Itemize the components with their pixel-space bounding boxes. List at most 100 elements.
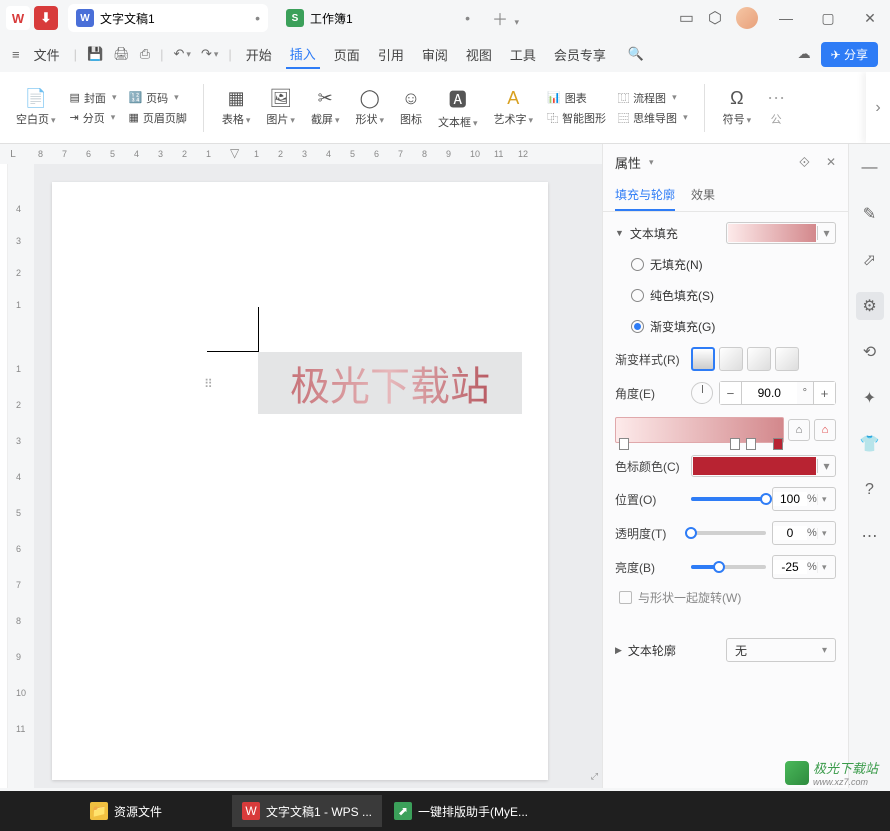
refresh-icon[interactable]: ⟲ [856,338,884,366]
redo-icon[interactable]: ↷▾ [201,46,218,62]
pin-icon[interactable]: ⟐ [799,154,810,171]
transparency-slider[interactable] [691,531,766,535]
remove-stop-button[interactable]: ⌂ [814,419,836,441]
vertical-ruler[interactable]: 43211234567891011 [8,164,34,788]
chart-button[interactable]: 📊 图表 [543,89,610,107]
gradient-style-picker[interactable] [691,347,799,371]
position-input[interactable]: %▾ [772,487,836,511]
chevron-down-icon[interactable]: ▾ [649,157,654,168]
expand-icon[interactable]: ▶ [615,645,622,656]
cube-icon[interactable]: ⬡ [708,8,722,28]
gradient-editor[interactable] [615,417,784,443]
print-preview-icon[interactable]: ⎙ [140,46,150,62]
picture-button[interactable]: 🖼图片▾ [260,86,301,129]
gradient-radial[interactable] [719,347,743,371]
nav-strip[interactable] [0,164,8,788]
add-stop-button[interactable]: ⌂ [788,419,810,441]
tab-fill-outline[interactable]: 填充与轮廓 [615,180,675,211]
radio-no-fill[interactable]: 无填充(N) [615,254,836,275]
drag-handle-icon[interactable]: ⠿ [204,377,210,391]
print-icon[interactable]: 🖨 [113,46,130,62]
indent-marker-icon[interactable]: ▽ [230,146,239,160]
taskbar-item-wps[interactable]: W 文字文稿1 - WPS ... [232,795,382,827]
gradient-path[interactable] [775,347,799,371]
brightness-input[interactable]: %▾ [772,555,836,579]
table-button[interactable]: ▦表格▾ [216,86,257,129]
close-icon[interactable]: • [465,10,470,26]
canvas[interactable]: ⠿ 极光下载站 ⤢ [34,164,602,788]
hamburger-icon[interactable]: ≡ [12,47,20,62]
stop-color-swatch[interactable]: ▾ [691,455,836,477]
menu-tools[interactable]: 工具 [506,41,540,68]
sparkle-icon[interactable]: ✦ [856,384,884,412]
outline-select[interactable]: 无▾ [726,638,836,662]
chevron-down-icon[interactable]: ▾ [817,226,835,240]
increment-button[interactable]: + [813,382,835,404]
minimize-button[interactable]: — [772,10,800,26]
menu-page[interactable]: 页面 [330,41,364,68]
angle-knob[interactable] [691,382,713,404]
more-icon[interactable]: ⋯ [856,522,884,550]
radio-solid-fill[interactable]: 纯色填充(S) [615,285,836,306]
minus-tool[interactable]: — [856,154,884,182]
taskbar-item-folder[interactable]: 📁 资源文件 [80,795,230,827]
menu-review[interactable]: 审阅 [418,41,452,68]
share-button[interactable]: ✈ 分享 [821,42,878,67]
chevron-down-icon[interactable]: ▾ [822,645,827,656]
menu-start[interactable]: 开始 [242,41,276,68]
gradient-stop-active[interactable] [773,438,783,450]
collapse-icon[interactable]: ▼ [615,228,624,238]
fill-color-swatch[interactable]: ▾ [726,222,836,244]
search-icon[interactable]: 🔍 [628,46,644,62]
menu-member[interactable]: 会员专享 [550,41,610,68]
smartart-button[interactable]: ⿻ 智能图形 [543,109,610,127]
settings-sliders-icon[interactable]: ⚙ [856,292,884,320]
blank-page-button[interactable]: 📄 空白页▾ [10,86,62,129]
header-footer-button[interactable]: ▦ 页眉页脚 [124,109,190,127]
gradient-linear[interactable] [691,347,715,371]
wordart-object[interactable]: 极光下载站 [258,352,522,414]
pagination-button[interactable]: ⇥ 分页▾ [66,109,121,127]
close-button[interactable]: ✕ [856,10,884,27]
horizontal-ruler[interactable]: 87654321123456789101112 ▽ [26,144,602,164]
mindmap-button[interactable]: ⿳ 思维导图▾ [614,109,692,127]
cover-button[interactable]: ▤ 封面▾ [66,89,121,107]
new-tab-button[interactable]: ＋ ▾ [482,6,529,30]
tab-effects[interactable]: 效果 [691,180,715,211]
textbox-button[interactable]: 🅰文本框▾ [432,84,484,132]
gradient-stop[interactable] [619,438,629,450]
menu-view[interactable]: 视图 [462,41,496,68]
transparency-input[interactable]: %▾ [772,521,836,545]
angle-input[interactable] [742,382,797,404]
cursor-icon[interactable]: ⬀ [856,246,884,274]
cloud-icon[interactable]: ☁ [798,46,811,62]
reader-icon[interactable]: ▭ [679,8,694,28]
chevron-down-icon[interactable]: ▾ [817,459,835,473]
screenshot-button[interactable]: ✂截屏▾ [305,86,346,129]
help-icon[interactable]: ? [856,476,884,504]
taskbar-item-helper[interactable]: ⬈ 一键排版助手(MyE... [384,795,538,827]
position-slider[interactable] [691,497,766,501]
tab-document-2[interactable]: S 工作簿1 • [278,4,478,32]
menu-reference[interactable]: 引用 [374,41,408,68]
decrement-button[interactable]: − [720,382,742,404]
app-icon-wps[interactable]: W [6,6,30,30]
app-icon-download[interactable]: ⬇ [34,6,58,30]
gradient-stop[interactable] [746,438,756,450]
pencil-icon[interactable]: ✎ [856,200,884,228]
rotate-with-shape-checkbox[interactable]: 与形状一起旋转(W) [615,589,836,606]
menu-file[interactable]: 文件 [30,41,64,68]
wordart-button[interactable]: A艺术字▾ [488,86,540,129]
shirt-icon[interactable]: 👕 [856,430,884,458]
close-icon[interactable]: • [255,10,260,26]
angle-spinner[interactable]: − ° + [719,381,836,405]
icon-button[interactable]: ☺图标 [394,86,428,129]
close-panel-icon[interactable]: ✕ [826,155,836,169]
gradient-stop[interactable] [730,438,740,450]
menu-insert[interactable]: 插入 [286,40,320,69]
undo-icon[interactable]: ↶▾ [174,46,191,62]
radio-gradient-fill[interactable]: 渐变填充(G) [615,316,836,337]
save-icon[interactable]: 💾 [87,46,103,62]
maximize-button[interactable]: ▢ [814,10,842,27]
symbol-button[interactable]: Ω符号▾ [717,86,758,129]
